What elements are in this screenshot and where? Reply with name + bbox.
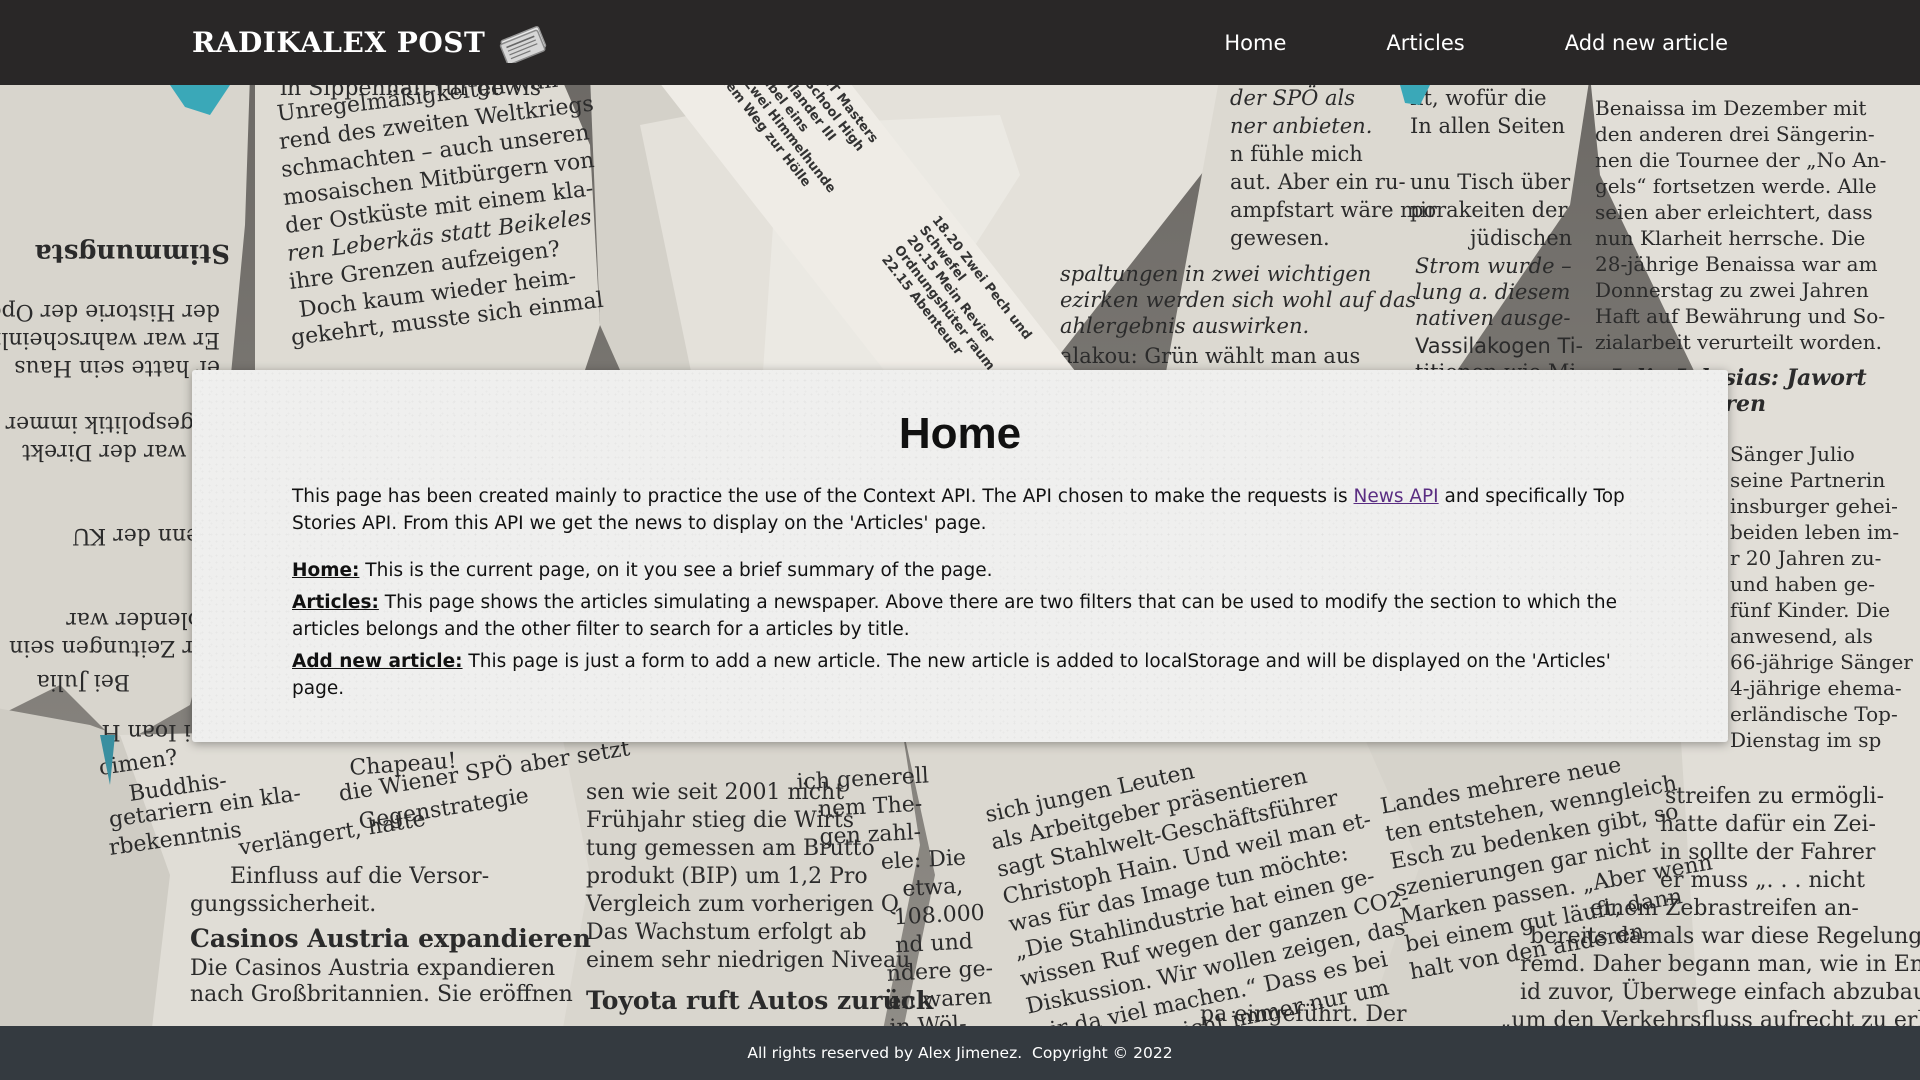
- section-label-articles: Articles:: [292, 591, 379, 613]
- brand-logo-link[interactable]: RADIKALEX POST: [192, 0, 549, 85]
- bg-text: ht, wofür die: [1410, 86, 1547, 110]
- bg-text: ahlergebnis auswirken.: [1060, 314, 1309, 338]
- bg-text: und haben ge-: [1730, 572, 1875, 596]
- bg-text: Vassilakogen Ti-: [1415, 334, 1583, 358]
- navbar: RADIKALEX POST Home Articles Add new art…: [0, 0, 1920, 85]
- bg-text: „um den Verkehrsfluss aufrecht zu erhal-: [1500, 1008, 1920, 1026]
- intro-text-before-link: This page has been created mainly to pra…: [292, 485, 1354, 507]
- bg-text: produkt (BIP) um 1,2 Pro: [586, 864, 868, 889]
- bg-text: Er war der Direkt: [22, 439, 220, 464]
- bg-text: seine Partnerin: [1730, 468, 1885, 492]
- footer: All rights reserved by Alex Jimenez. Cop…: [0, 1026, 1920, 1080]
- bg-text: er hatte sein Haus: [14, 355, 220, 380]
- bg-text: gen zahl-: [819, 820, 922, 850]
- bg-text: fünf Kinder. Die: [1730, 598, 1890, 622]
- bg-text: Donnerstag zu zwei Jahren: [1595, 278, 1869, 302]
- bg-text: seien aber erleichtert, dass: [1595, 200, 1873, 224]
- bg-text: zialarbeit verurteilt worden.: [1595, 330, 1882, 354]
- bg-text: erländische Top-: [1730, 702, 1898, 726]
- bg-text: Benaissa im Dezember mit: [1595, 96, 1866, 120]
- bg-text: bereits damals war diese Regelung: [1530, 924, 1920, 949]
- bg-text: streifen zu ermögli-: [1665, 784, 1884, 809]
- section-text-articles: This page shows the articles simulating …: [292, 591, 1618, 640]
- bg-text: den anderen drei Sängerin-: [1595, 122, 1875, 146]
- intro-paragraph: This page has been created mainly to pra…: [292, 483, 1628, 537]
- section-text-add-new-article: This page is just a form to add a new ar…: [292, 650, 1611, 699]
- bg-text: Vergleich zum vorherigen Q: [585, 892, 899, 917]
- nav-link-articles[interactable]: Articles: [1386, 31, 1464, 55]
- bg-text: n fühle mich: [1230, 142, 1363, 166]
- bg-text: gels“ fortsetzen werde. Alle: [1595, 174, 1877, 198]
- nav-link-home[interactable]: Home: [1224, 31, 1286, 55]
- bg-text: beiden leben im-: [1730, 520, 1899, 544]
- bg-text: Bei Julia: [37, 669, 130, 694]
- bg-text: anwesend, als: [1730, 624, 1873, 648]
- bg-text: Casinos Austria expandieren: [190, 924, 591, 953]
- bg-text: ele: Die: [880, 846, 966, 875]
- bg-text: id zuvor, Überwege einfach abzubauen: [1520, 978, 1920, 1005]
- section-description-add-new-article: Add new article: This page is just a for…: [292, 648, 1628, 702]
- bg-text: unu Tisch über: [1410, 170, 1571, 194]
- bg-text: In allen Seiten: [1410, 114, 1565, 138]
- bg-text: Er war wahrscheinlich: [0, 327, 220, 352]
- section-label-home: Home:: [292, 559, 360, 581]
- footer-copyright: All rights reserved by Alex Jimenez. Cop…: [747, 1044, 1173, 1062]
- bg-text: remd. Daher begann man, wie in Eng-: [1520, 952, 1920, 977]
- bg-text: r 20 Jahren zu-: [1730, 546, 1881, 570]
- bg-text: nen die Tournee der „No An-: [1595, 148, 1886, 172]
- bg-text: Einfluss auf die Versor-: [230, 864, 489, 889]
- home-content-card: Home This page has been created mainly t…: [192, 370, 1728, 742]
- bg-text: Die Casinos Austria expandieren: [190, 956, 555, 981]
- bg-text: Haft auf Bewährung und So-: [1595, 304, 1885, 328]
- bg-text: etwa,: [902, 874, 964, 902]
- bg-text: nun Klarheit herrsche. Die: [1595, 226, 1865, 250]
- bg-text: der Zeitungen sein: [9, 635, 220, 660]
- bg-text: der SPÖ als: [1230, 85, 1355, 110]
- bg-text: nativen ausge-: [1415, 306, 1570, 330]
- bg-text: der Historie der Oper: [0, 299, 220, 324]
- newspaper-icon: [497, 23, 549, 65]
- bg-text: porakeiten der: [1410, 198, 1568, 222]
- bg-text: nach Großbritannien. Sie eröffnen: [190, 982, 573, 1007]
- section-text-home: This is the current page, on it you see …: [359, 559, 993, 581]
- bg-text: Dienstag im sp: [1730, 728, 1881, 752]
- bg-text: gungssicherheit.: [190, 892, 376, 917]
- bg-text: aut. Aber ein ru-: [1230, 170, 1406, 194]
- bg-text: 4-jährige ehema-: [1730, 676, 1902, 700]
- bg-text: gewesen.: [1230, 226, 1330, 250]
- bg-text: alakou: Grün wählt man aus: [1060, 344, 1360, 368]
- bg-text: spaltungen in zwei wichtigen: [1060, 262, 1371, 286]
- bg-text: Toyota ruft Autos zurück: [586, 986, 934, 1015]
- bg-text: Stimmungsta: [35, 238, 230, 268]
- bg-text: insburger gehei-: [1730, 494, 1898, 518]
- section-description-home: Home: This is the current page, on it yo…: [292, 557, 1628, 584]
- bg-text: 108.000: [893, 901, 985, 931]
- bg-text: 28-jährige Benaissa war am: [1595, 252, 1878, 276]
- news-api-link[interactable]: News API: [1354, 486, 1439, 507]
- bg-text: 66-jährige Sänger: [1730, 650, 1913, 674]
- bg-text: er muss „. . . nicht: [1660, 868, 1865, 893]
- bg-text: lung a. diesem: [1415, 280, 1570, 304]
- main-nav: Home Articles Add new article: [1224, 0, 1728, 85]
- bg-text: ampfstart wäre mir: [1230, 198, 1438, 222]
- bg-text: Sänger Julio: [1730, 442, 1855, 466]
- bg-text: Tagespolitik immer: [5, 411, 220, 436]
- bg-text: hatte dafür ein Zei-: [1660, 812, 1876, 837]
- bg-text: einem sehr niedrigen Niveau: [586, 948, 910, 973]
- bg-text: einem Zebrastreifen an-: [1590, 896, 1859, 921]
- bg-text: Strom wurde –: [1415, 254, 1572, 278]
- bg-text: ezirken werden sich wohl auf das: [1060, 288, 1417, 312]
- bg-text: nd und: [895, 929, 974, 958]
- bg-text: Frühjahr stieg die Wirts: [586, 808, 854, 833]
- bg-text: pa eingeführt. Der: [1200, 1002, 1407, 1026]
- bg-text: jüdischen: [1467, 226, 1572, 250]
- nav-link-add-new-article[interactable]: Add new article: [1565, 31, 1728, 55]
- section-description-articles: Articles: This page shows the articles s…: [292, 589, 1628, 643]
- section-label-add-new-article: Add new article:: [292, 650, 463, 672]
- bg-text: ner anbieten.: [1230, 114, 1372, 138]
- bg-text: Das Wachstum erfolgt ab: [586, 920, 867, 945]
- brand-name: RADIKALEX POST: [192, 26, 486, 59]
- page-title: Home: [898, 409, 1022, 458]
- bg-text: in sollte der Fahrer: [1660, 840, 1876, 865]
